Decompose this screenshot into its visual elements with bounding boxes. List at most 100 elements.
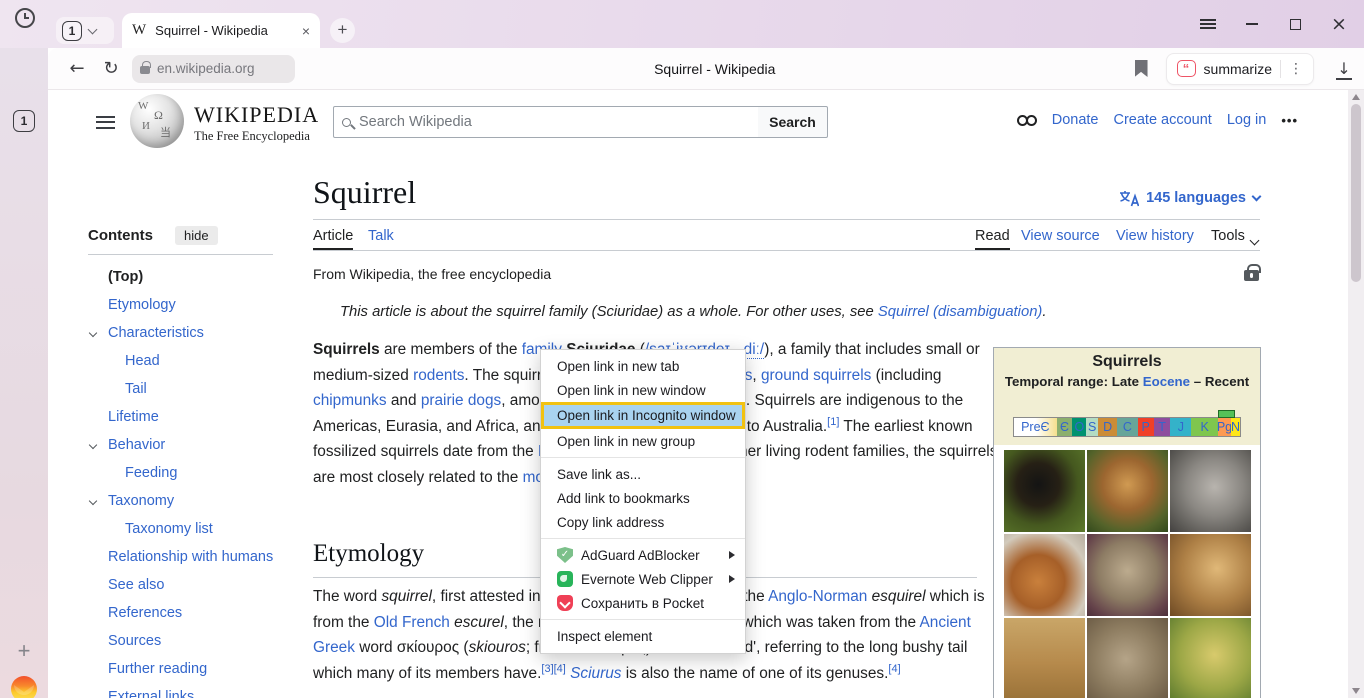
summarize-menu-icon[interactable]: ⋮ — [1289, 61, 1303, 77]
toc-item-lifetime[interactable]: Lifetime — [88, 403, 313, 431]
maximize-button[interactable] — [1282, 11, 1308, 37]
menu-item-inspect[interactable]: Inspect element — [541, 624, 745, 648]
scroll-down-arrow[interactable] — [1352, 688, 1360, 694]
photo-black-giant-squirrel[interactable] — [1004, 450, 1085, 532]
menu-item-pocket[interactable]: Сохранить в Pocket — [541, 591, 745, 615]
yandex-mail-icon[interactable] — [11, 676, 37, 698]
toc-item-taxonomy[interactable]: Taxonomy — [88, 487, 313, 515]
close-window-button[interactable]: × — [1326, 11, 1352, 37]
photo-marmots[interactable] — [1087, 618, 1168, 698]
text-link[interactable]: Old French — [374, 614, 450, 631]
timeline-segment-T[interactable]: T — [1154, 418, 1171, 436]
chevron-down-icon[interactable] — [89, 497, 97, 505]
tab-talk[interactable]: Talk — [368, 228, 394, 244]
timeline-segment-Є[interactable]: Є — [1057, 418, 1073, 436]
bookmark-icon[interactable] — [1135, 60, 1148, 77]
tab-read[interactable]: Read — [975, 228, 1010, 250]
back-button[interactable]: ← — [60, 58, 94, 79]
search-input[interactable]: Search Wikipedia — [333, 106, 759, 138]
toc-hide-button[interactable]: hide — [175, 226, 218, 245]
tab-view-history[interactable]: View history — [1116, 228, 1194, 244]
photo-chipmunk[interactable] — [1087, 450, 1168, 532]
tab-tools[interactable]: Tools — [1211, 228, 1245, 244]
toc-item-tail[interactable]: Tail — [88, 375, 313, 403]
menu-item-open-new-group[interactable]: Open link in new group — [541, 429, 745, 453]
address-bar[interactable]: en.wikipedia.org — [132, 55, 295, 83]
photo-prairie-dogs[interactable] — [1170, 618, 1251, 698]
toc-item-top[interactable]: (Top) — [88, 263, 313, 291]
log-in-link[interactable]: Log in — [1227, 112, 1267, 128]
menu-item-save-link-as[interactable]: Save link as... — [541, 462, 745, 486]
scroll-up-arrow[interactable] — [1352, 94, 1360, 100]
summarize-button[interactable]: “ summarize ⋮ — [1166, 53, 1314, 85]
menu-item-open-new-window[interactable]: Open link in new window — [541, 378, 745, 402]
toc-item-relationship-with-humans[interactable]: Relationship with humans — [88, 543, 313, 571]
toc-item-taxonomy-list[interactable]: Taxonomy list — [88, 515, 313, 543]
toc-item-feeding[interactable]: Feeding — [88, 459, 313, 487]
photo-fox-squirrel[interactable] — [1004, 534, 1085, 616]
wikipedia-logo[interactable]: WΩ И当 — [130, 94, 184, 148]
sidebar-add-icon[interactable]: + — [12, 640, 36, 664]
text-link[interactable]: Sciurus — [570, 665, 621, 682]
create-account-link[interactable]: Create account — [1113, 112, 1211, 128]
toc-item-see-also[interactable]: See also — [88, 571, 313, 599]
text-link[interactable]: [3][4] — [541, 663, 565, 675]
text-link[interactable]: Eocene — [1143, 374, 1190, 389]
tab-article[interactable]: Article — [313, 228, 353, 250]
toc-item-etymology[interactable]: Etymology — [88, 291, 313, 319]
wikipedia-wordmark[interactable]: WIKIPEDIA The Free Encyclopedia — [194, 102, 319, 144]
menu-item-add-bookmarks[interactable]: Add link to bookmarks — [541, 486, 745, 510]
timeline-segment-PreЄ[interactable]: PreЄ — [1014, 418, 1057, 436]
toc-item-sources[interactable]: Sources — [88, 627, 313, 655]
text-link[interactable]: prairie dogs — [421, 392, 501, 409]
timeline-segment-N[interactable]: N — [1231, 418, 1240, 436]
text-link[interactable]: Squirrel (disambiguation) — [878, 304, 1043, 320]
user-menu-icon[interactable]: ••• — [1281, 113, 1298, 128]
tab-view-source[interactable]: View source — [1021, 228, 1100, 244]
text-link[interactable]: rodents — [413, 367, 464, 384]
languages-button[interactable]: 145 languages — [1119, 190, 1260, 206]
search-button[interactable]: Search — [758, 106, 828, 138]
text-link[interactable]: chipmunks — [313, 392, 387, 409]
scrollbar-thumb[interactable] — [1351, 104, 1361, 282]
timeline-segment-P[interactable]: P — [1138, 418, 1154, 436]
text-link[interactable]: [1] — [827, 416, 839, 428]
browser-menu-button[interactable] — [1195, 11, 1221, 37]
close-tab-icon[interactable]: × — [302, 23, 310, 39]
tab-group-switcher[interactable]: 1 — [56, 17, 114, 44]
toc-item-characteristics[interactable]: Characteristics — [88, 319, 313, 347]
menu-item-open-incognito[interactable]: Open link in Incognito window — [541, 402, 745, 429]
timeline-segment-D[interactable]: D — [1098, 418, 1117, 436]
downloads-button[interactable]: ↓ — [1324, 59, 1364, 78]
toc-item-references[interactable]: References — [88, 599, 313, 627]
toc-item-head[interactable]: Head — [88, 347, 313, 375]
timeline-segment-Pg[interactable]: Pg — [1218, 418, 1231, 436]
photo-rock-squirrel[interactable] — [1170, 534, 1251, 616]
donate-link[interactable]: Donate — [1052, 112, 1099, 128]
chevron-down-icon[interactable] — [89, 329, 97, 337]
photo-grey-squirrel[interactable] — [1170, 450, 1251, 532]
browser-tab[interactable]: W Squirrel - Wikipedia × — [122, 13, 320, 48]
timeline-segment-J[interactable]: J — [1170, 418, 1191, 436]
timeline-segment-K[interactable]: K — [1191, 418, 1218, 436]
toc-item-further-reading[interactable]: Further reading — [88, 655, 313, 683]
page-scrollbar[interactable] — [1348, 90, 1364, 698]
minimize-button[interactable] — [1239, 11, 1265, 37]
menu-item-adguard[interactable]: ✓ AdGuard AdBlocker — [541, 543, 745, 567]
new-tab-button[interactable]: + — [330, 18, 355, 43]
reload-button[interactable]: ↻ — [94, 58, 128, 79]
menu-item-copy-address[interactable]: Copy link address — [541, 510, 745, 534]
wiki-menu-icon[interactable] — [96, 116, 115, 129]
text-link[interactable]: [4] — [888, 663, 900, 675]
toc-item-behavior[interactable]: Behavior — [88, 431, 313, 459]
text-link[interactable]: Anglo-Norman — [768, 588, 867, 605]
chevron-down-icon[interactable] — [89, 441, 97, 449]
toc-item-external-links[interactable]: External links — [88, 683, 313, 698]
menu-item-open-new-tab[interactable]: Open link in new tab — [541, 354, 745, 378]
tab-counter-badge[interactable]: 1 — [13, 110, 35, 132]
menu-item-evernote[interactable]: Evernote Web Clipper — [541, 567, 745, 591]
text-link[interactable]: ground squirrels — [761, 367, 871, 384]
timeline-segment-S[interactable]: S — [1086, 418, 1098, 436]
photo-ground-squirrel[interactable] — [1087, 534, 1168, 616]
history-icon[interactable] — [15, 8, 35, 28]
